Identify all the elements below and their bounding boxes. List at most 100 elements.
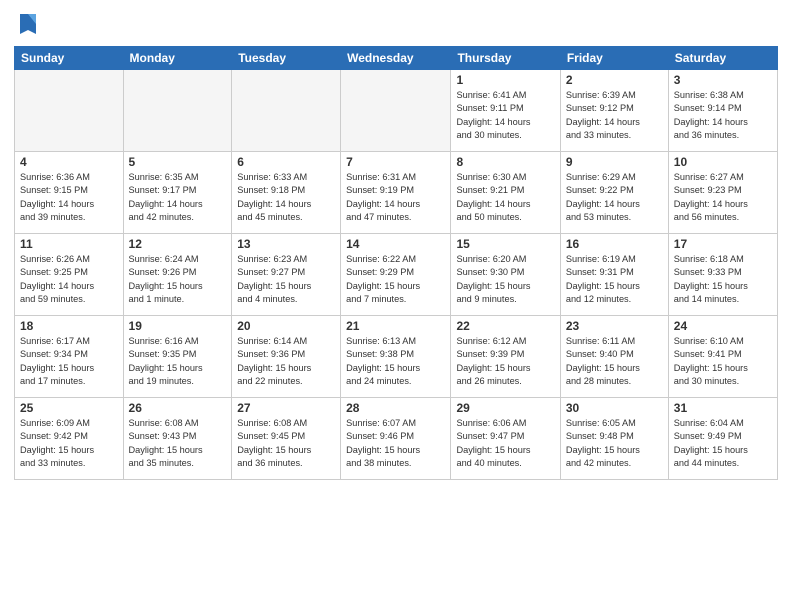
logo [14, 10, 40, 38]
day-number: 12 [129, 237, 227, 251]
day-info: Sunrise: 6:19 AM Sunset: 9:31 PM Dayligh… [566, 253, 663, 306]
day-number: 16 [566, 237, 663, 251]
week-row-4: 18 Sunrise: 6:17 AM Sunset: 9:34 PM Dayli… [15, 316, 778, 398]
day-cell: 9Sunrise: 6:29 AM Sunset: 9:22 PM Daylig… [560, 152, 668, 234]
day-cell: 24Sunrise: 6:10 AM Sunset: 9:41 PM Dayli… [668, 316, 777, 398]
day-info: Sunrise: 6:06 AM Sunset: 9:47 PM Dayligh… [456, 417, 554, 470]
day-info: Sunrise: 6:27 AM Sunset: 9:23 PM Dayligh… [674, 171, 772, 224]
day-info: Sunrise: 6:35 AM Sunset: 9:17 PM Dayligh… [129, 171, 227, 224]
day-info: Sunrise: 6:17 AM Sunset: 9:34 PM Dayligh… [20, 335, 118, 388]
day-number: 18 [20, 319, 118, 333]
day-number: 5 [129, 155, 227, 169]
day-info: Sunrise: 6:16 AM Sunset: 9:35 PM Dayligh… [129, 335, 227, 388]
day-info: Sunrise: 6:36 AM Sunset: 9:15 PM Dayligh… [20, 171, 118, 224]
col-header-monday: Monday [123, 47, 232, 70]
day-number: 9 [566, 155, 663, 169]
day-number: 27 [237, 401, 335, 415]
day-cell: 12 Sunrise: 6:24 AM Sunset: 9:26 PM Dayli… [123, 234, 232, 316]
day-info: Sunrise: 6:38 AM Sunset: 9:14 PM Dayligh… [674, 89, 772, 142]
day-number: 15 [456, 237, 554, 251]
day-info: Sunrise: 6:39 AM Sunset: 9:12 PM Dayligh… [566, 89, 663, 142]
day-info: Sunrise: 6:20 AM Sunset: 9:30 PM Dayligh… [456, 253, 554, 306]
day-cell: 26 Sunrise: 6:08 AM Sunset: 9:43 PM Dayli… [123, 398, 232, 480]
day-info: Sunrise: 6:31 AM Sunset: 9:19 PM Dayligh… [346, 171, 445, 224]
page: SundayMondayTuesdayWednesdayThursdayFrid… [0, 0, 792, 612]
day-cell: 10 Sunrise: 6:27 AM Sunset: 9:23 PM Dayli… [668, 152, 777, 234]
day-cell: 14 Sunrise: 6:22 AM Sunset: 9:29 PM Dayli… [341, 234, 451, 316]
day-number: 20 [237, 319, 335, 333]
day-number: 4 [20, 155, 118, 169]
day-number: 1 [456, 73, 554, 87]
day-cell: 7 Sunrise: 6:31 AM Sunset: 9:19 PM Daylig… [341, 152, 451, 234]
day-cell: 29 Sunrise: 6:06 AM Sunset: 9:47 PM Dayli… [451, 398, 560, 480]
day-info: Sunrise: 6:11 AM Sunset: 9:40 PM Dayligh… [566, 335, 663, 388]
day-info: Sunrise: 6:33 AM Sunset: 9:18 PM Dayligh… [237, 171, 335, 224]
day-info: Sunrise: 6:09 AM Sunset: 9:42 PM Dayligh… [20, 417, 118, 470]
day-number: 21 [346, 319, 445, 333]
day-cell: 31Sunrise: 6:04 AM Sunset: 9:49 PM Dayli… [668, 398, 777, 480]
day-number: 30 [566, 401, 663, 415]
day-cell: 20Sunrise: 6:14 AM Sunset: 9:36 PM Dayli… [232, 316, 341, 398]
day-info: Sunrise: 6:07 AM Sunset: 9:46 PM Dayligh… [346, 417, 445, 470]
day-info: Sunrise: 6:30 AM Sunset: 9:21 PM Dayligh… [456, 171, 554, 224]
day-number: 17 [674, 237, 772, 251]
day-cell: 13 Sunrise: 6:23 AM Sunset: 9:27 PM Dayli… [232, 234, 341, 316]
day-number: 7 [346, 155, 445, 169]
day-cell: 16 Sunrise: 6:19 AM Sunset: 9:31 PM Dayli… [560, 234, 668, 316]
col-header-tuesday: Tuesday [232, 47, 341, 70]
day-cell: 15 Sunrise: 6:20 AM Sunset: 9:30 PM Dayli… [451, 234, 560, 316]
day-number: 3 [674, 73, 772, 87]
week-row-2: 4 Sunrise: 6:36 AM Sunset: 9:15 PM Daylig… [15, 152, 778, 234]
day-info: Sunrise: 6:18 AM Sunset: 9:33 PM Dayligh… [674, 253, 772, 306]
day-number: 31 [674, 401, 772, 415]
calendar-header-row: SundayMondayTuesdayWednesdayThursdayFrid… [15, 47, 778, 70]
day-cell: 25Sunrise: 6:09 AM Sunset: 9:42 PM Dayli… [15, 398, 124, 480]
day-cell: 28 Sunrise: 6:07 AM Sunset: 9:46 PM Dayli… [341, 398, 451, 480]
day-cell: 4 Sunrise: 6:36 AM Sunset: 9:15 PM Daylig… [15, 152, 124, 234]
day-number: 26 [129, 401, 227, 415]
day-cell: 5 Sunrise: 6:35 AM Sunset: 9:17 PM Daylig… [123, 152, 232, 234]
logo-icon [16, 10, 40, 38]
day-cell: 23 Sunrise: 6:11 AM Sunset: 9:40 PM Dayli… [560, 316, 668, 398]
day-cell: 3 Sunrise: 6:38 AM Sunset: 9:14 PM Daylig… [668, 70, 777, 152]
day-number: 28 [346, 401, 445, 415]
day-number: 24 [674, 319, 772, 333]
week-row-3: 11Sunrise: 6:26 AM Sunset: 9:25 PM Dayli… [15, 234, 778, 316]
day-cell [15, 70, 124, 152]
day-info: Sunrise: 6:23 AM Sunset: 9:27 PM Dayligh… [237, 253, 335, 306]
day-info: Sunrise: 6:05 AM Sunset: 9:48 PM Dayligh… [566, 417, 663, 470]
day-number: 2 [566, 73, 663, 87]
day-number: 29 [456, 401, 554, 415]
col-header-thursday: Thursday [451, 47, 560, 70]
day-info: Sunrise: 6:12 AM Sunset: 9:39 PM Dayligh… [456, 335, 554, 388]
day-cell: 21 Sunrise: 6:13 AM Sunset: 9:38 PM Dayli… [341, 316, 451, 398]
day-number: 19 [129, 319, 227, 333]
day-number: 11 [20, 237, 118, 251]
day-cell: 1 Sunrise: 6:41 AM Sunset: 9:11 PM Daylig… [451, 70, 560, 152]
day-cell: 6Sunrise: 6:33 AM Sunset: 9:18 PM Daylig… [232, 152, 341, 234]
day-number: 14 [346, 237, 445, 251]
col-header-wednesday: Wednesday [341, 47, 451, 70]
day-cell: 22 Sunrise: 6:12 AM Sunset: 9:39 PM Dayli… [451, 316, 560, 398]
day-info: Sunrise: 6:08 AM Sunset: 9:43 PM Dayligh… [129, 417, 227, 470]
day-info: Sunrise: 6:24 AM Sunset: 9:26 PM Dayligh… [129, 253, 227, 306]
day-number: 22 [456, 319, 554, 333]
day-info: Sunrise: 6:41 AM Sunset: 9:11 PM Dayligh… [456, 89, 554, 142]
day-cell: 2 Sunrise: 6:39 AM Sunset: 9:12 PM Daylig… [560, 70, 668, 152]
calendar-table: SundayMondayTuesdayWednesdayThursdayFrid… [14, 46, 778, 480]
day-cell: 11Sunrise: 6:26 AM Sunset: 9:25 PM Dayli… [15, 234, 124, 316]
day-number: 10 [674, 155, 772, 169]
week-row-5: 25Sunrise: 6:09 AM Sunset: 9:42 PM Dayli… [15, 398, 778, 480]
day-info: Sunrise: 6:22 AM Sunset: 9:29 PM Dayligh… [346, 253, 445, 306]
week-row-1: 1 Sunrise: 6:41 AM Sunset: 9:11 PM Daylig… [15, 70, 778, 152]
day-cell: 19 Sunrise: 6:16 AM Sunset: 9:35 PM Dayli… [123, 316, 232, 398]
day-cell: 27 Sunrise: 6:08 AM Sunset: 9:45 PM Dayli… [232, 398, 341, 480]
day-cell: 30 Sunrise: 6:05 AM Sunset: 9:48 PM Dayli… [560, 398, 668, 480]
day-cell: 18 Sunrise: 6:17 AM Sunset: 9:34 PM Dayli… [15, 316, 124, 398]
day-cell: 17 Sunrise: 6:18 AM Sunset: 9:33 PM Dayli… [668, 234, 777, 316]
day-info: Sunrise: 6:13 AM Sunset: 9:38 PM Dayligh… [346, 335, 445, 388]
day-cell [123, 70, 232, 152]
day-number: 23 [566, 319, 663, 333]
day-info: Sunrise: 6:08 AM Sunset: 9:45 PM Dayligh… [237, 417, 335, 470]
day-number: 13 [237, 237, 335, 251]
